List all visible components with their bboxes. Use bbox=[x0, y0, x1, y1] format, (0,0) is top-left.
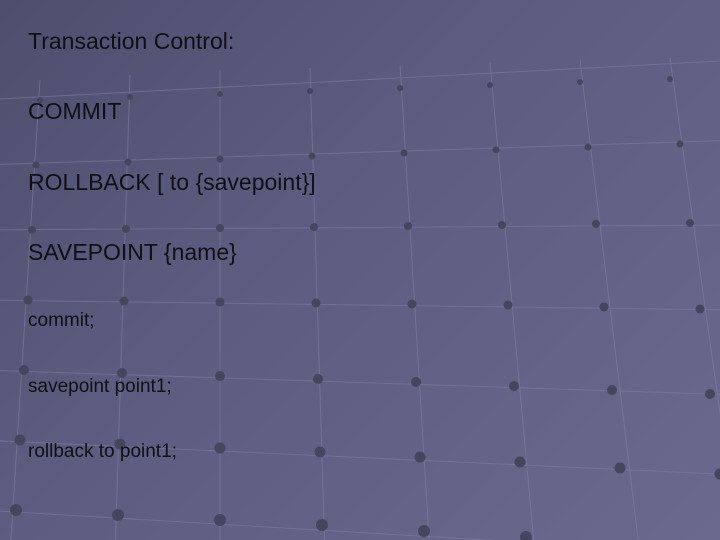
text-line: COMMIT bbox=[28, 98, 692, 124]
text-line: ROLLBACK [ to {savepoint}] bbox=[28, 169, 692, 195]
example-line: rollback to point1; bbox=[28, 441, 692, 463]
example-line: commit; bbox=[28, 310, 692, 332]
example-line: savepoint point1; bbox=[28, 376, 692, 398]
slide: Transaction Control: COMMIT ROLLBACK [ t… bbox=[0, 0, 720, 540]
slide-content: Transaction Control: COMMIT ROLLBACK [ t… bbox=[0, 0, 720, 540]
slide-title: Transaction Control: bbox=[28, 28, 692, 54]
text-line: SAVEPOINT {name} bbox=[28, 239, 692, 265]
